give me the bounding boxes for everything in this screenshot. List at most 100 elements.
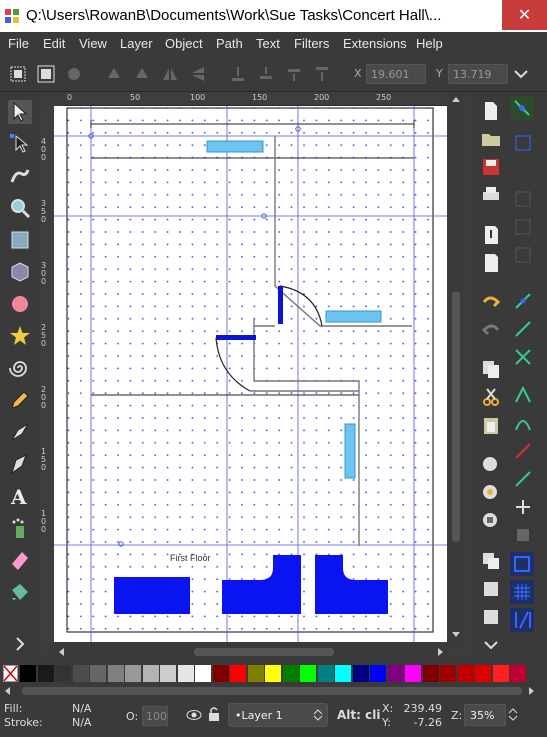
menu-path[interactable]: Path: [216, 36, 243, 51]
color-swatch[interactable]: [405, 665, 421, 682]
save-icon[interactable]: [480, 156, 502, 178]
menu-edit[interactable]: Edit: [43, 36, 65, 51]
color-swatch[interactable]: [107, 665, 124, 682]
chevron-down-icon[interactable]: [511, 64, 531, 84]
horizontal-scrollbar[interactable]: [54, 644, 449, 660]
paste-icon[interactable]: [480, 414, 502, 436]
selector-tool-icon[interactable]: [8, 100, 32, 124]
color-swatch[interactable]: [422, 665, 439, 682]
scroll-up-icon[interactable]: [452, 96, 460, 104]
lower-to-bottom-icon[interactable]: [228, 64, 248, 84]
clone-icon[interactable]: [480, 578, 502, 600]
pencil-tool-icon[interactable]: [8, 388, 32, 412]
snap-bbox-edges-icon[interactable]: [512, 188, 534, 210]
zoom-page-icon[interactable]: [480, 510, 502, 532]
color-swatch[interactable]: [142, 665, 159, 682]
chevron-down-icon[interactable]: [480, 634, 502, 656]
menu-help[interactable]: Help: [416, 36, 443, 51]
paint-bucket-tool-icon[interactable]: [8, 580, 32, 604]
no-paint-icon[interactable]: [3, 665, 18, 682]
color-swatch[interactable]: [230, 665, 246, 682]
door-panel-left[interactable]: [216, 335, 256, 340]
print-icon[interactable]: [480, 184, 502, 206]
undo-icon[interactable]: [480, 292, 502, 314]
snap-grid-icon[interactable]: [510, 580, 534, 604]
color-swatch[interactable]: [247, 665, 264, 682]
snap-bbox-corners-icon[interactable]: [512, 216, 534, 238]
fixture-top-bench[interactable]: [206, 140, 264, 153]
eye-icon[interactable]: [186, 708, 202, 722]
snap-text-baseline-icon[interactable]: [512, 524, 534, 546]
color-swatch[interactable]: [72, 665, 89, 682]
scroll-right-icon[interactable]: [436, 648, 444, 656]
snap-smooth-nodes-icon[interactable]: [512, 412, 534, 434]
close-button[interactable]: ✕: [502, 0, 547, 30]
copy-icon[interactable]: [480, 358, 502, 380]
select-all-layers-icon[interactable]: [36, 64, 56, 84]
3d-box-tool-icon[interactable]: [8, 260, 32, 284]
flip-horizontal-icon[interactable]: [160, 64, 180, 84]
door-panel-right[interactable]: [278, 286, 283, 324]
snap-page-border-icon[interactable]: [510, 552, 534, 576]
deselect-icon[interactable]: [64, 64, 84, 84]
updown-icon[interactable]: [508, 708, 518, 722]
node-tool-icon[interactable]: [8, 132, 32, 156]
menu-object[interactable]: Object: [165, 36, 203, 51]
color-swatch[interactable]: [457, 665, 474, 682]
x-coordinate-field[interactable]: 19.601: [366, 64, 426, 84]
fill-value[interactable]: N/A: [72, 702, 91, 715]
calligraphy-tool-icon[interactable]: [8, 452, 32, 476]
menu-filters[interactable]: Filters: [294, 36, 329, 51]
zoom-drawing-icon[interactable]: [480, 482, 502, 504]
first-floor-block-left[interactable]: [114, 577, 190, 614]
duplicate-icon[interactable]: [480, 550, 502, 572]
spiral-tool-icon[interactable]: [8, 356, 32, 380]
open-folder-icon[interactable]: [480, 128, 502, 150]
opacity-field[interactable]: 100: [142, 706, 168, 726]
star-tool-icon[interactable]: [8, 324, 32, 348]
vertical-scroll-thumb[interactable]: [452, 292, 460, 542]
pen-tool-icon[interactable]: [8, 420, 32, 444]
color-swatch[interactable]: [300, 665, 316, 682]
spray-tool-icon[interactable]: [8, 516, 32, 540]
color-swatch[interactable]: [475, 665, 491, 682]
color-swatch[interactable]: [37, 665, 54, 682]
unlink-clone-icon[interactable]: [480, 606, 502, 628]
color-swatch[interactable]: [352, 665, 369, 682]
zoom-selection-icon[interactable]: [480, 454, 502, 476]
lower-icon[interactable]: [256, 64, 276, 84]
color-swatch[interactable]: [55, 665, 71, 682]
color-swatch[interactable]: [160, 665, 176, 682]
scroll-left-icon[interactable]: [4, 687, 12, 695]
text-tool-icon[interactable]: A: [8, 484, 32, 509]
select-all-icon[interactable]: [8, 64, 28, 84]
new-document-icon[interactable]: [480, 100, 502, 122]
palette-scrollbar[interactable]: [0, 684, 547, 698]
menu-view[interactable]: View: [79, 36, 107, 51]
color-swatch[interactable]: [370, 665, 386, 682]
redo-icon[interactable]: [480, 320, 502, 342]
rectangle-tool-icon[interactable]: [8, 228, 32, 252]
rotate-ccw-icon[interactable]: [104, 64, 124, 84]
stroke-value[interactable]: N/A: [72, 716, 91, 729]
color-swatch[interactable]: [492, 665, 509, 682]
y-coordinate-field[interactable]: 13.719: [448, 64, 508, 84]
layer-dropdown[interactable]: •Layer 1: [228, 703, 328, 727]
snap-rotation-center-icon[interactable]: [512, 496, 534, 518]
menu-extensions[interactable]: Extensions: [343, 36, 407, 51]
snap-intersections-icon[interactable]: [512, 346, 534, 368]
snap-centers-icon[interactable]: [512, 468, 534, 490]
scroll-right-icon[interactable]: [527, 687, 535, 695]
menu-layer[interactable]: Layer: [120, 36, 153, 51]
import-icon[interactable]: [480, 224, 502, 246]
fixture-right-bench[interactable]: [325, 310, 382, 323]
snap-bbox-midpoints-icon[interactable]: [512, 244, 534, 266]
flip-vertical-icon[interactable]: [188, 64, 208, 84]
menu-text[interactable]: Text: [256, 36, 280, 51]
color-swatch[interactable]: [177, 665, 194, 682]
horizontal-scroll-thumb[interactable]: [194, 648, 334, 656]
color-swatch[interactable]: [317, 665, 334, 682]
snap-cusp-nodes-icon[interactable]: [512, 384, 534, 406]
color-swatch[interactable]: [20, 665, 36, 682]
color-swatch[interactable]: [125, 665, 141, 682]
